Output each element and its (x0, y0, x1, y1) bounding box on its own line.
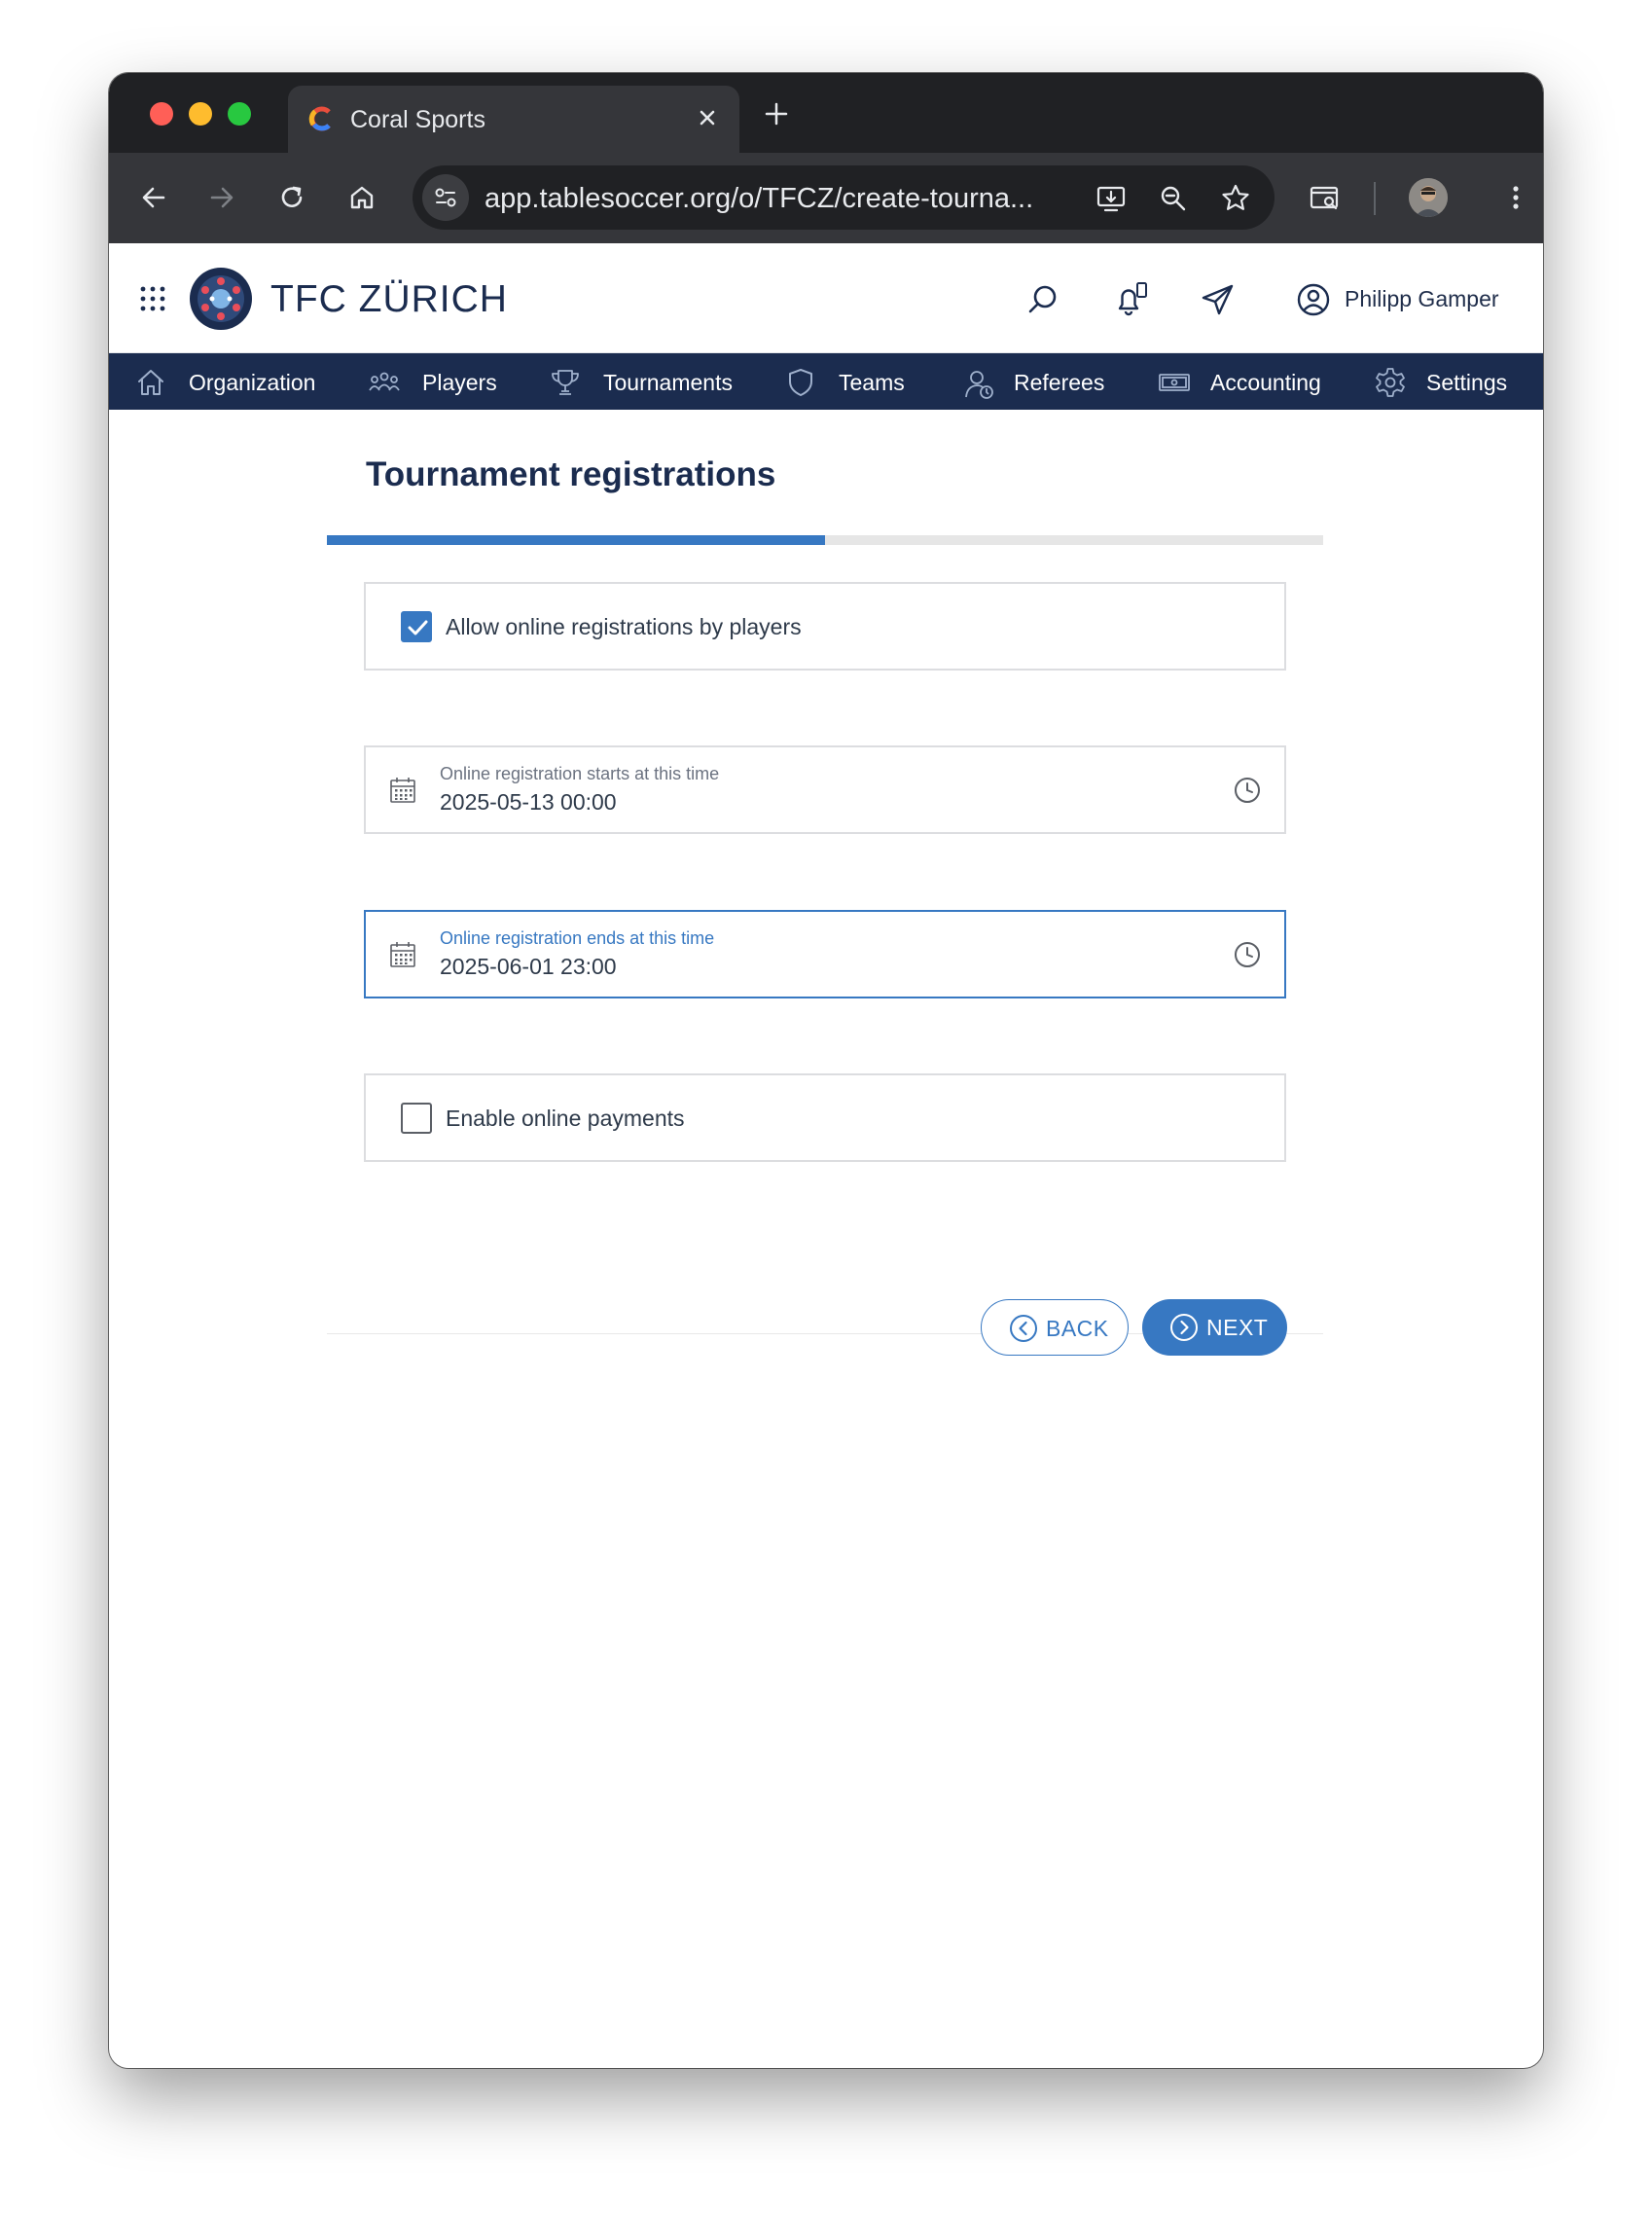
registration-end-label: Online registration ends at this time (440, 928, 715, 948)
registration-end-value[interactable]: 2025-06-01 23:00 (440, 953, 617, 980)
enable-online-payments-row[interactable]: Enable online payments (364, 1073, 1286, 1162)
allow-online-registrations-row[interactable]: Allow online registrations by players (364, 582, 1286, 671)
progress-fill (327, 535, 825, 545)
home-icon (138, 370, 163, 395)
nav-item-settings[interactable]: Settings (1374, 353, 1529, 410)
chevron-right-circle-icon (1170, 1314, 1198, 1341)
nav-label: Teams (839, 370, 905, 395)
nav-label: Players (422, 370, 497, 395)
user-account-icon[interactable] (1294, 280, 1333, 319)
nav-item-players[interactable]: Players (368, 353, 504, 410)
chevron-left-circle-icon (1010, 1315, 1037, 1342)
org-logo[interactable] (189, 267, 253, 331)
nav-label: Referees (1014, 370, 1105, 395)
enable-online-payments-checkbox[interactable] (401, 1103, 432, 1134)
user-photo-icon (1409, 178, 1448, 217)
registration-start-label: Online registration starts at this time (440, 764, 720, 783)
nav-label: Accounting (1210, 370, 1321, 395)
send-message-icon[interactable] (1199, 280, 1238, 319)
registration-end-field[interactable]: Online registration ends at this time 20… (364, 910, 1286, 998)
back-button-label: BACK (1046, 1316, 1109, 1341)
profile-avatar[interactable] (1409, 178, 1448, 217)
main-nav: Organization Players Tournaments Teams R… (109, 353, 1543, 410)
gear-icon (1376, 368, 1405, 397)
tab-search-icon[interactable] (1308, 180, 1343, 215)
nav-item-tournaments[interactable]: Tournaments (549, 353, 743, 410)
next-button-label: NEXT (1206, 1315, 1269, 1340)
clock-icon[interactable] (1232, 775, 1263, 806)
apps-grid-icon[interactable] (138, 284, 167, 313)
page-title: Tournament registrations (366, 455, 776, 493)
install-app-icon[interactable] (1094, 181, 1129, 216)
allow-online-registrations-checkbox[interactable] (401, 611, 432, 642)
clock-icon[interactable] (1232, 939, 1263, 970)
minimize-window-button[interactable] (189, 102, 212, 126)
toolbar-divider (1374, 182, 1376, 215)
nav-item-accounting[interactable]: Accounting (1158, 353, 1333, 410)
browser-tab[interactable]: Coral Sports (288, 86, 739, 153)
browser-window: Coral Sports app.tablesoccer.org/o/TFCZ/… (109, 73, 1543, 2068)
players-icon (369, 372, 400, 391)
reload-icon[interactable] (274, 180, 309, 215)
tab-title: Coral Sports (350, 106, 485, 133)
nav-item-referees[interactable]: Referees (963, 353, 1119, 410)
bookmark-star-icon[interactable] (1218, 181, 1253, 216)
org-name[interactable]: TFC ZÜRICH (270, 278, 508, 321)
url-text[interactable]: app.tablesoccer.org/o/TFCZ/create-tourna… (485, 182, 1033, 215)
forward-arrow-icon[interactable] (204, 180, 239, 215)
new-tab-icon[interactable] (761, 98, 792, 129)
calendar-icon[interactable] (387, 775, 418, 806)
close-window-button[interactable] (150, 102, 173, 126)
nav-label: Tournaments (603, 370, 733, 395)
address-bar[interactable]: app.tablesoccer.org/o/TFCZ/create-tourna… (413, 165, 1275, 230)
shield-icon (789, 369, 812, 396)
trophy-icon (552, 370, 579, 395)
coral-favicon-icon (308, 106, 331, 131)
back-button[interactable]: BACK (981, 1299, 1129, 1356)
app-header: TFC ZÜRICH Philipp Gamper (109, 243, 1543, 353)
next-button[interactable]: NEXT (1142, 1299, 1287, 1356)
user-name[interactable]: Philipp Gamper (1345, 285, 1499, 312)
registration-start-field[interactable]: Online registration starts at this time … (364, 745, 1286, 834)
checkmark-icon (408, 620, 428, 635)
search-icon[interactable] (1024, 280, 1062, 319)
referee-icon (965, 371, 993, 399)
nav-label: Organization (189, 370, 316, 395)
allow-online-registrations-label: Allow online registrations by players (446, 614, 802, 639)
nav-label: Settings (1426, 370, 1508, 395)
wizard-progress-bar (327, 535, 1323, 545)
tune-icon (435, 188, 456, 207)
nav-item-organization[interactable]: Organization (134, 353, 329, 410)
nav-item-teams[interactable]: Teams (784, 353, 920, 410)
money-icon (1159, 374, 1190, 391)
close-tab-icon[interactable] (693, 103, 722, 132)
enable-online-payments-label: Enable online payments (446, 1106, 685, 1131)
tab-strip: Coral Sports (109, 73, 1543, 153)
notification-bell-icon[interactable] (1111, 280, 1150, 319)
calendar-icon[interactable] (387, 939, 418, 970)
registration-start-value[interactable]: 2025-05-13 00:00 (440, 788, 617, 816)
more-menu-icon[interactable] (1498, 180, 1533, 215)
browser-toolbar: app.tablesoccer.org/o/TFCZ/create-tourna… (109, 153, 1543, 243)
zoom-icon[interactable] (1156, 181, 1191, 216)
maximize-window-button[interactable] (228, 102, 251, 126)
site-info-button[interactable] (422, 174, 469, 221)
back-arrow-icon[interactable] (136, 180, 171, 215)
home-browser-icon[interactable] (344, 180, 379, 215)
